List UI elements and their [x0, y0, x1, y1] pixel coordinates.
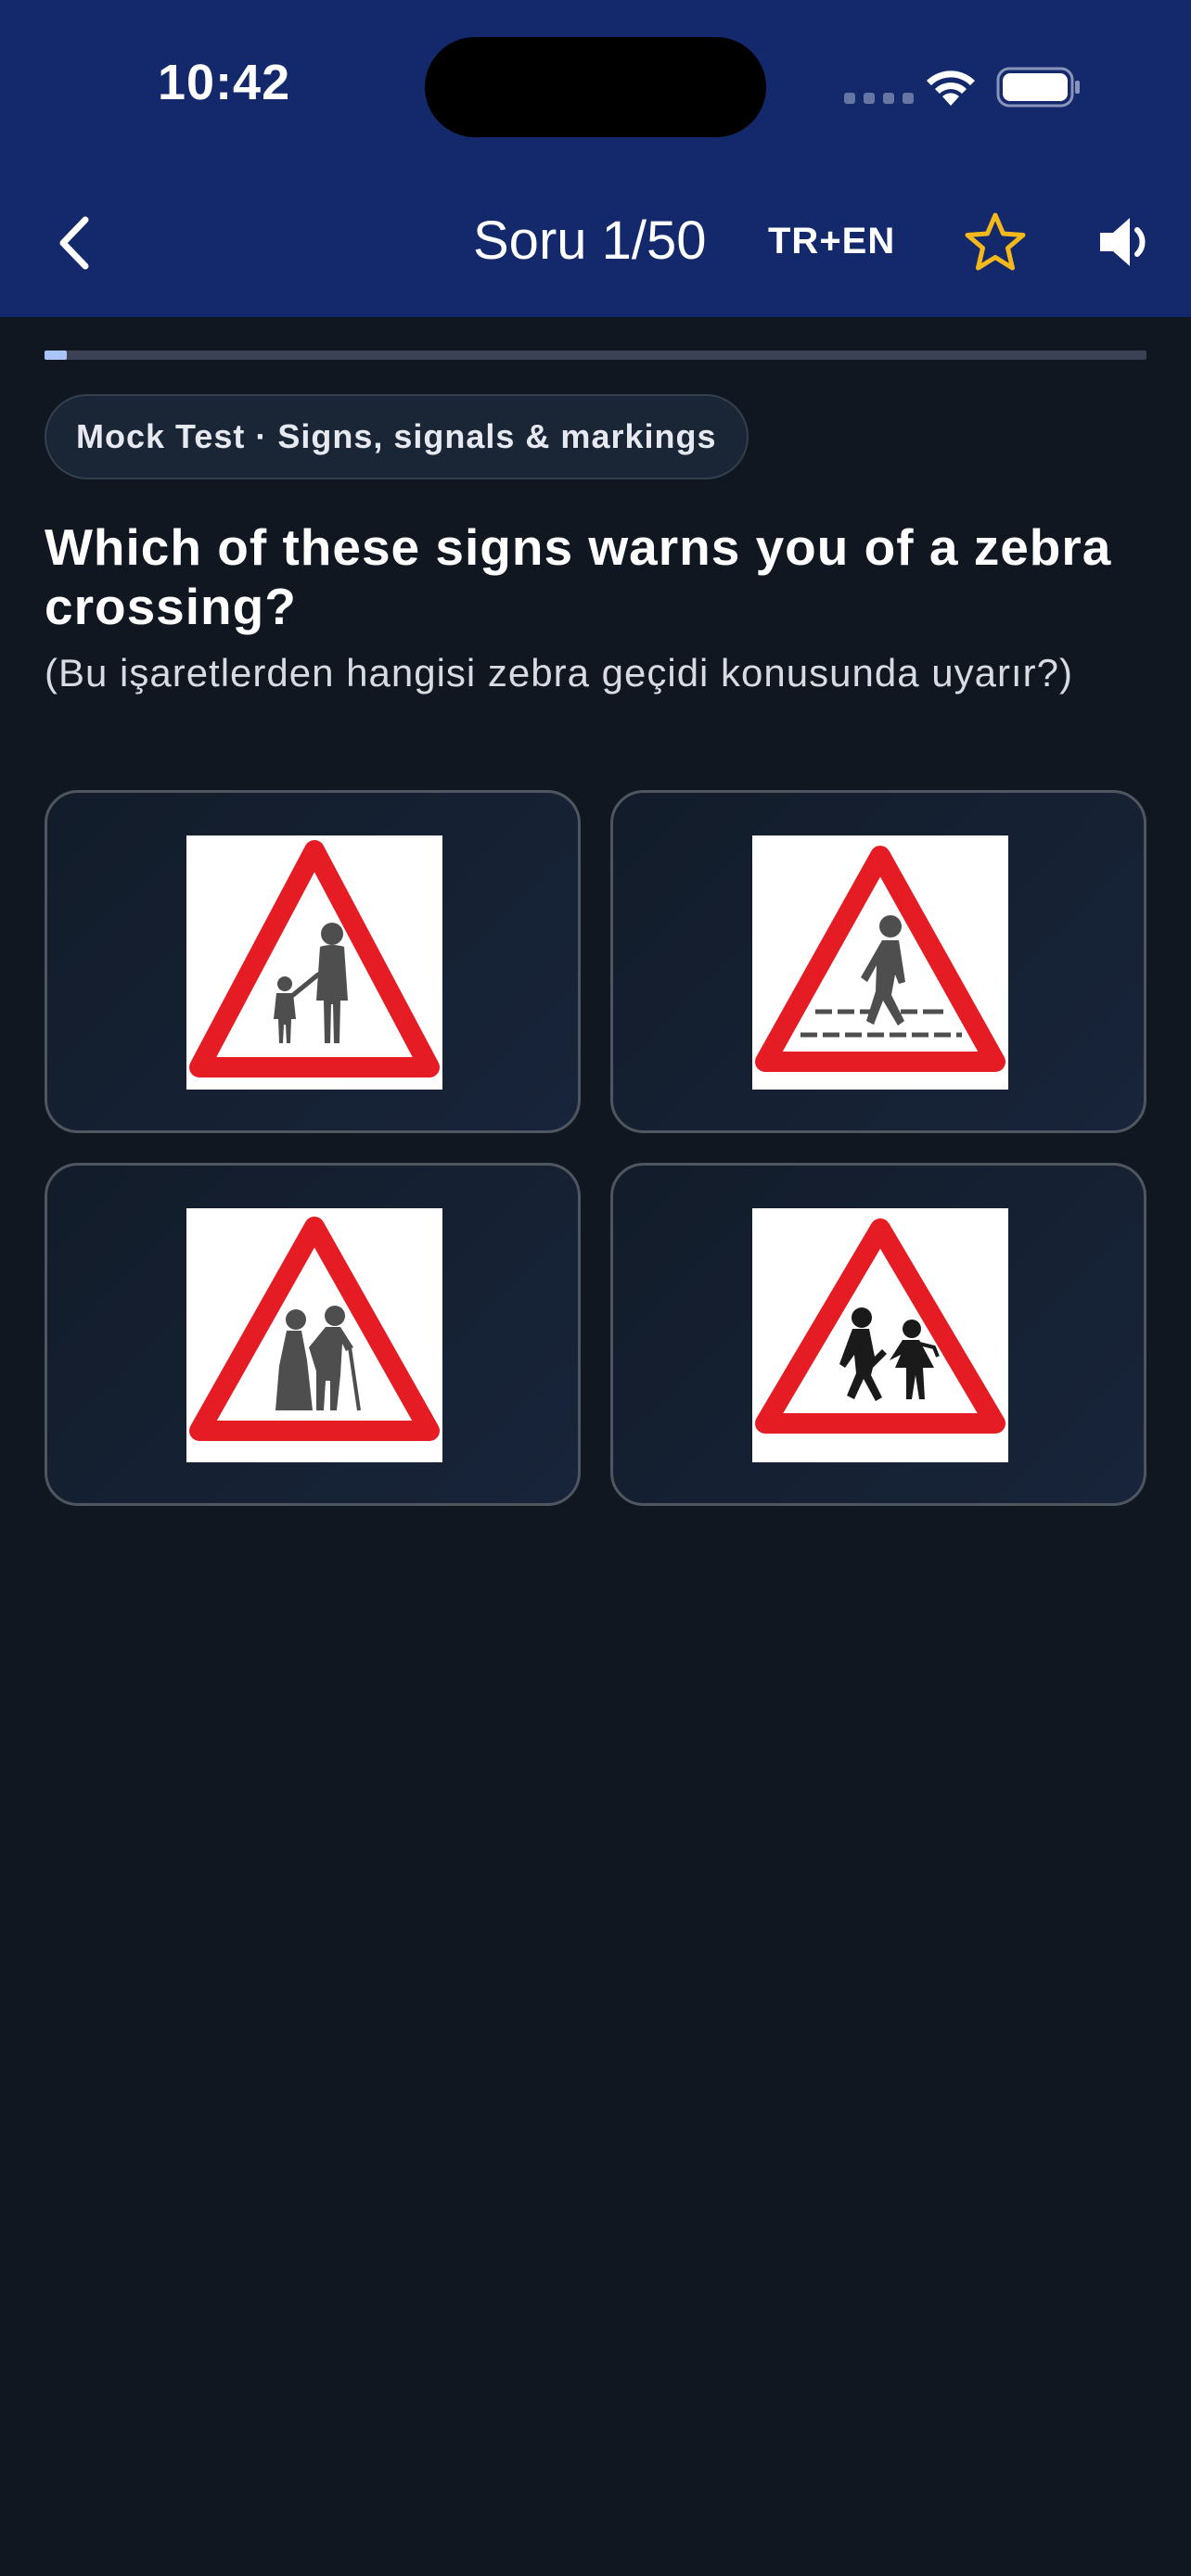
wifi-icon	[927, 70, 975, 106]
answer-option-d[interactable]	[610, 1163, 1146, 1506]
favorite-button[interactable]	[963, 210, 1028, 274]
battery-icon	[996, 67, 1080, 108]
category-chip: Mock Test · Signs, signals & markings	[45, 394, 749, 479]
answer-option-c[interactable]	[45, 1163, 581, 1506]
answer-option-b[interactable]	[610, 790, 1146, 1133]
pedestrian-crossing-warning-sign-icon	[752, 835, 1008, 1090]
answer-option-a[interactable]	[45, 790, 581, 1133]
audio-button[interactable]	[1095, 210, 1159, 274]
children-crossing-warning-sign-icon	[752, 1208, 1008, 1462]
quiz-screen: 10:42 Soru 1/50 TR+EN Mock Test · Signs,…	[0, 0, 1191, 2576]
progress-fill	[45, 351, 67, 360]
status-time: 10:42	[158, 55, 291, 110]
star-outline-icon	[965, 212, 1026, 271]
question-counter-title: Soru 1/50	[473, 210, 707, 271]
chevron-left-icon	[59, 216, 89, 270]
adult-and-child-warning-sign-icon	[186, 835, 442, 1090]
dynamic-island	[425, 37, 766, 137]
language-toggle-button[interactable]: TR+EN	[768, 221, 895, 262]
question-text-turkish: (Bu işaretlerden hangisi zebra geçidi ko…	[45, 651, 1073, 695]
question-text-english: Which of these signs warns you of a zebr…	[45, 518, 1112, 635]
cellular-signal-icon	[844, 93, 914, 104]
elderly-people-warning-sign-icon	[186, 1208, 442, 1462]
progress-bar	[45, 351, 1146, 360]
speaker-icon	[1100, 218, 1146, 266]
back-button[interactable]	[46, 206, 102, 280]
top-header: 10:42 Soru 1/50 TR+EN	[0, 0, 1191, 317]
